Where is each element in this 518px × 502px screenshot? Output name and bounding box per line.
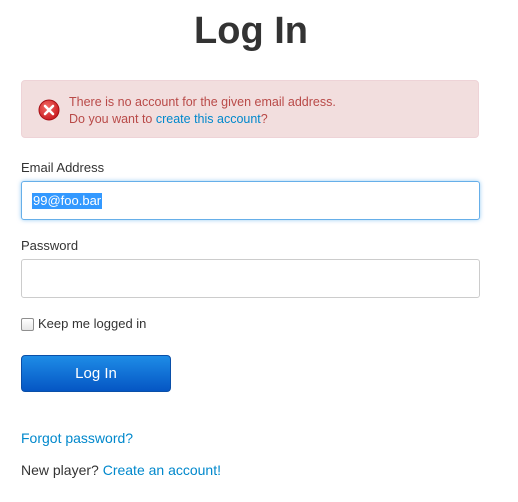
email-field[interactable]: 99@foo.bar <box>21 181 480 220</box>
alert-line-2-prefix: Do you want to <box>69 112 156 126</box>
keep-logged-in-checkbox[interactable] <box>21 318 34 331</box>
alert-line-2-suffix: ? <box>260 112 268 126</box>
error-x-circle-icon <box>38 99 60 121</box>
email-label: Email Address <box>21 160 105 175</box>
password-label: Password <box>21 238 79 253</box>
keep-logged-in-label[interactable]: Keep me logged in <box>38 316 146 332</box>
alert-line-2: Do you want to create this account? <box>69 111 336 128</box>
error-alert: There is no account for the given email … <box>21 80 479 138</box>
password-field[interactable] <box>21 259 480 298</box>
login-button[interactable]: Log In <box>21 355 171 392</box>
create-account-link[interactable]: Create an account! <box>103 462 221 478</box>
page-title: Log In <box>194 10 308 52</box>
create-this-account-link[interactable]: create this account <box>156 112 261 126</box>
alert-message: There is no account for the given email … <box>69 94 336 128</box>
new-player-line: New player? Create an account! <box>21 461 221 479</box>
email-field-value: 99@foo.bar <box>32 193 103 209</box>
forgot-password-link[interactable]: Forgot password? <box>21 429 133 447</box>
login-page: Log In There is no account for the given… <box>0 0 518 502</box>
new-player-text: New player? <box>21 462 103 478</box>
alert-line-1: There is no account for the given email … <box>69 95 336 109</box>
